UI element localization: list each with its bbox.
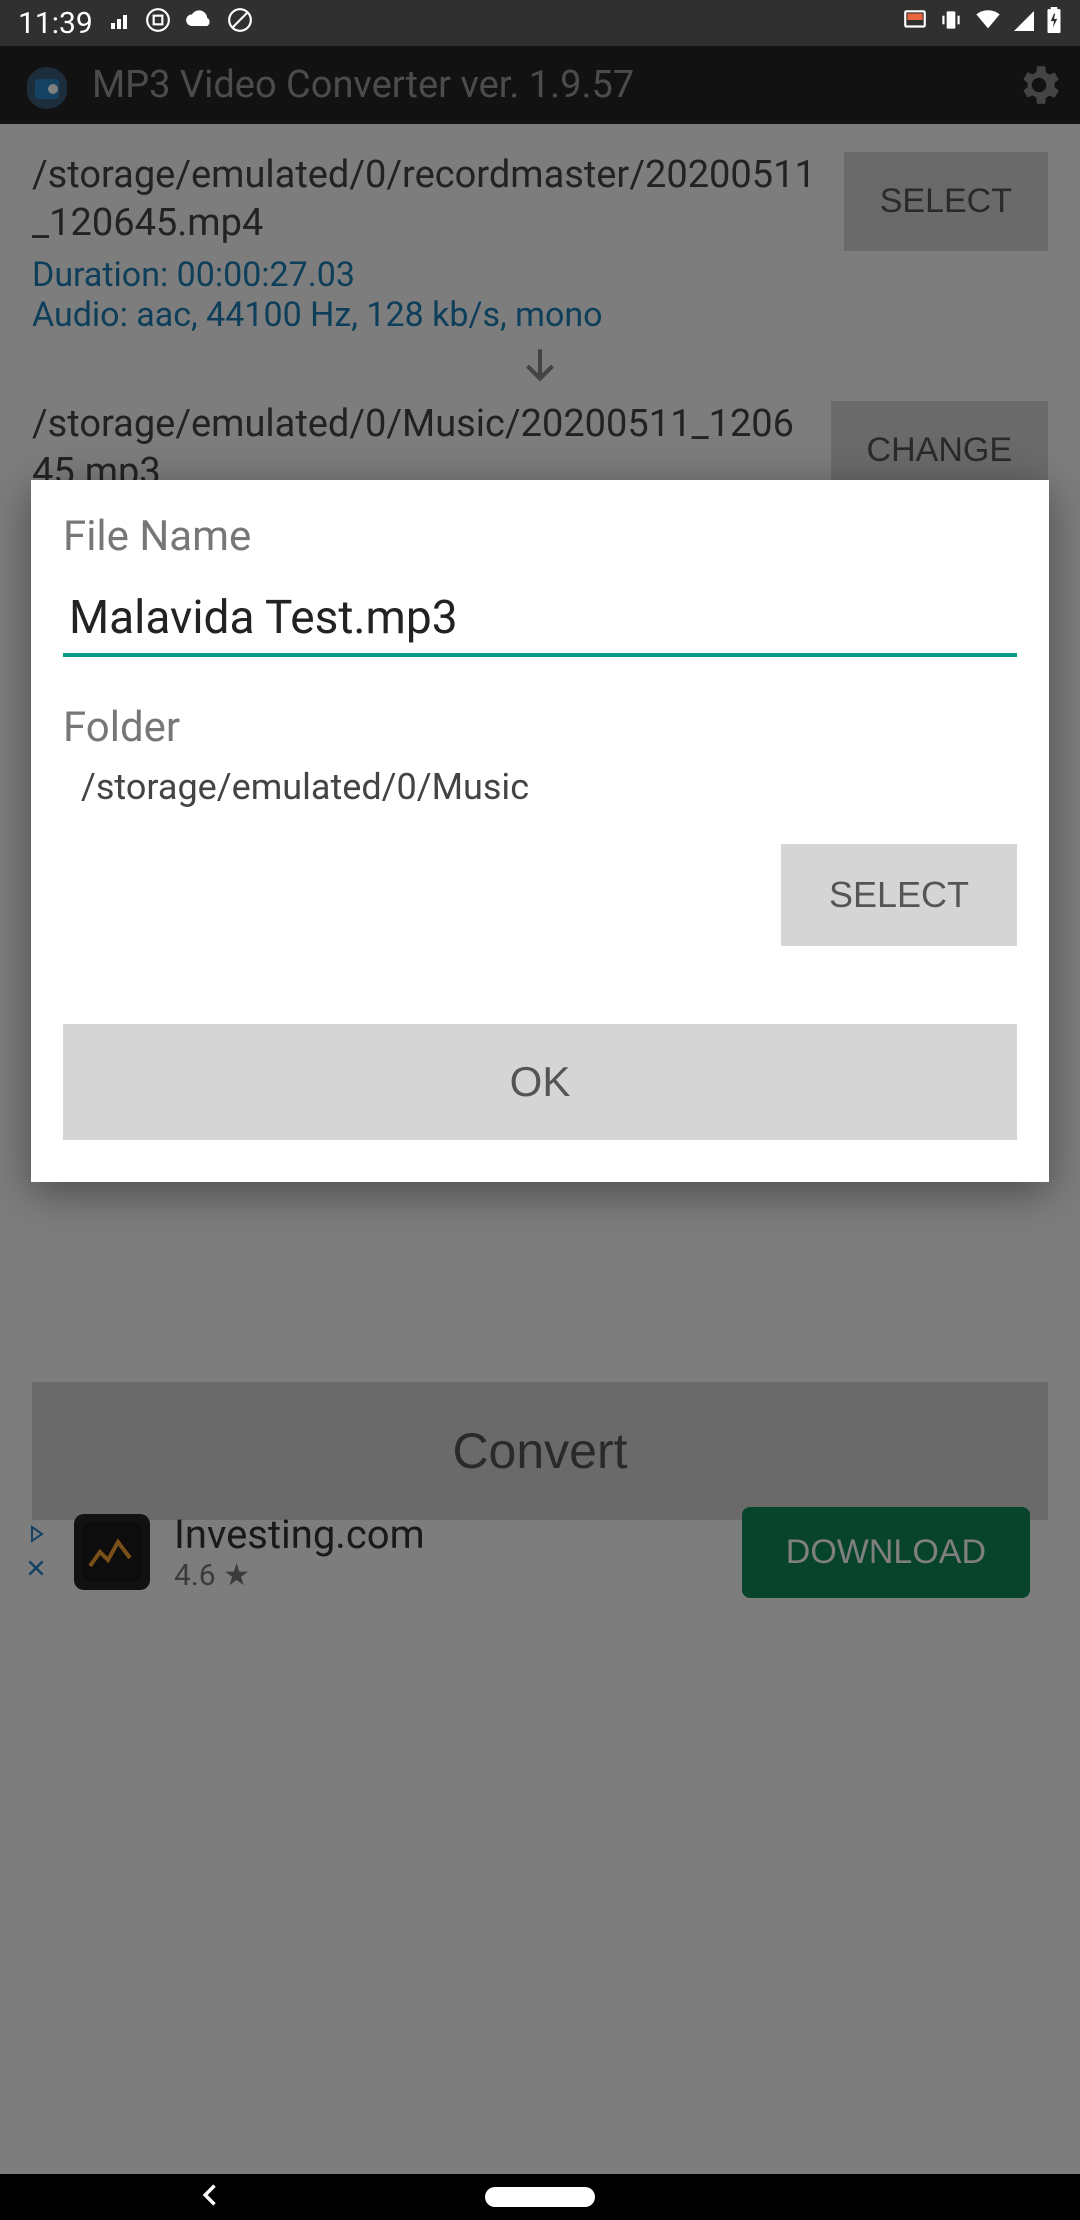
ok-button[interactable]: OK [63,1024,1017,1140]
filename-input[interactable] [63,579,1017,657]
battery-charging-icon [1046,6,1062,41]
clock: 11:39 [18,6,93,41]
cast-icon [902,6,928,41]
equalizer-icon [107,6,131,41]
wifi-icon [974,5,1002,41]
screenshot-icon [145,6,171,41]
back-icon[interactable] [197,2181,225,2213]
folder-select-button[interactable]: SELECT [781,844,1017,946]
cloud-icon [185,5,213,41]
filename-label: File Name [63,512,1017,561]
signal-icon [1012,6,1036,41]
vibrate-icon [938,6,964,41]
filename-dialog: File Name Folder /storage/emulated/0/Mus… [31,480,1049,1182]
folder-label: Folder [63,703,1017,752]
home-pill[interactable] [485,2187,595,2207]
nav-bar [0,2174,1080,2220]
dnd-icon [227,6,253,41]
status-bar: 11:39 [0,0,1080,46]
folder-path: /storage/emulated/0/Music [81,766,1017,808]
